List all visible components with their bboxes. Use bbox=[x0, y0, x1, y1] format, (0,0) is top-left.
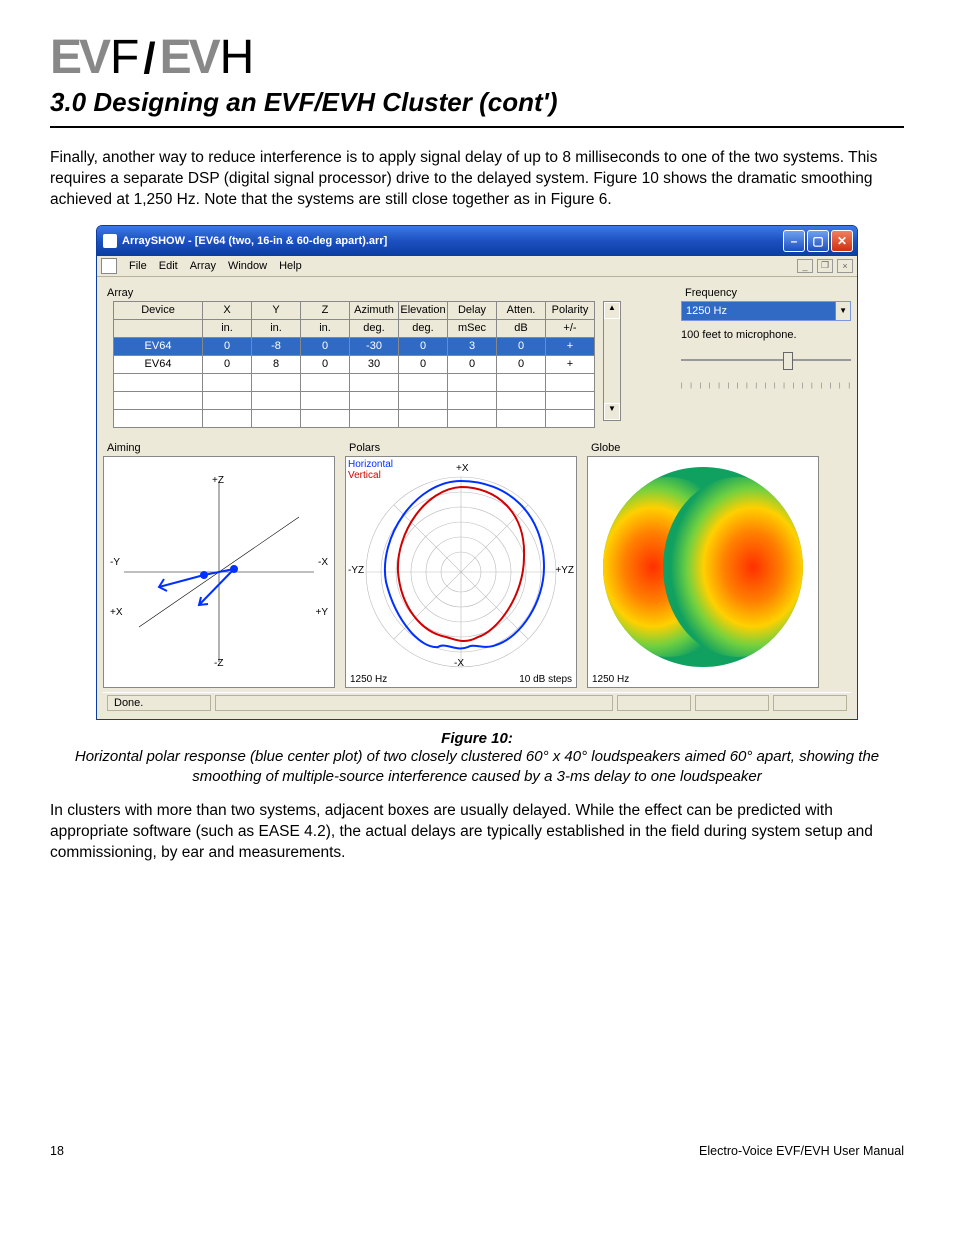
array-panel-label: Array bbox=[107, 287, 669, 299]
table-row[interactable] bbox=[114, 373, 595, 391]
brand-logo: EV F / EV H bbox=[50, 30, 904, 85]
axis-plus-y: +Y bbox=[315, 607, 328, 618]
statusbar: Done. bbox=[103, 692, 851, 713]
figure-label: Figure 10: bbox=[50, 730, 904, 747]
col-elevation: Elevation bbox=[399, 301, 448, 319]
polars-label: Polars bbox=[349, 442, 577, 454]
chevron-down-icon[interactable]: ▼ bbox=[835, 302, 850, 320]
distance-label: 100 feet to microphone. bbox=[681, 329, 851, 341]
logo-slash: / bbox=[141, 34, 157, 84]
logo-ev1: EV bbox=[50, 30, 108, 85]
col-polarity: Polarity bbox=[546, 301, 595, 319]
col-delay: Delay bbox=[448, 301, 497, 319]
menu-array[interactable]: Array bbox=[190, 260, 216, 272]
minimize-button[interactable]: – bbox=[783, 230, 805, 252]
frequency-combo[interactable]: ▼ bbox=[681, 301, 851, 321]
table-header-row: Device X Y Z Azimuth Elevation Delay Att… bbox=[114, 301, 595, 319]
axis-minus-x-polar: -X bbox=[454, 658, 464, 669]
slider-ticks: ||||||||||||||||||| bbox=[681, 383, 851, 387]
scroll-up-button[interactable]: ▲ bbox=[604, 302, 620, 319]
logo-f: F bbox=[110, 30, 139, 85]
axis-plus-yz: +YZ bbox=[555, 565, 574, 576]
section-rule bbox=[50, 126, 904, 128]
app-icon bbox=[103, 234, 117, 248]
axis-minus-yz: -YZ bbox=[348, 565, 364, 576]
array-table[interactable]: Device X Y Z Azimuth Elevation Delay Att… bbox=[113, 301, 595, 428]
table-row[interactable] bbox=[114, 391, 595, 409]
menu-window[interactable]: Window bbox=[228, 260, 267, 272]
col-y: Y bbox=[252, 301, 301, 319]
polars-legend: Horizontal Vertical bbox=[348, 459, 393, 481]
menu-help[interactable]: Help bbox=[279, 260, 302, 272]
table-row[interactable]: EV64 0 8 0 30 0 0 0 + bbox=[114, 355, 595, 373]
globe-plot[interactable]: 1250 Hz bbox=[587, 456, 819, 688]
axis-minus-x: -X bbox=[318, 557, 328, 568]
col-azimuth: Azimuth bbox=[350, 301, 399, 319]
axis-plus-x: +X bbox=[110, 607, 123, 618]
aiming-label: Aiming bbox=[107, 442, 335, 454]
col-x: X bbox=[203, 301, 252, 319]
window-title: ArraySHOW - [EV64 (two, 16-in & 60-deg a… bbox=[122, 235, 387, 247]
globe-footer: 1250 Hz bbox=[592, 674, 629, 685]
titlebar[interactable]: ArraySHOW - [EV64 (two, 16-in & 60-deg a… bbox=[97, 226, 857, 256]
arrayshow-window: ArraySHOW - [EV64 (two, 16-in & 60-deg a… bbox=[96, 225, 858, 720]
manual-title: Electro-Voice EVF/EVH User Manual bbox=[699, 1144, 904, 1158]
mdi-close-button[interactable]: × bbox=[837, 259, 853, 273]
menu-edit[interactable]: Edit bbox=[159, 260, 178, 272]
menu-file[interactable]: File bbox=[129, 260, 147, 272]
status-cell bbox=[617, 695, 691, 711]
status-cell bbox=[215, 695, 613, 711]
legend-vertical: Vertical bbox=[348, 470, 393, 481]
axis-minus-z: -Z bbox=[214, 658, 223, 669]
table-units-row: in. in. in. deg. deg. mSec dB +/- bbox=[114, 319, 595, 337]
table-scrollbar[interactable]: ▲ ▼ bbox=[603, 301, 621, 421]
maximize-button[interactable]: ▢ bbox=[807, 230, 829, 252]
polars-plot[interactable]: Horizontal Vertical +X -X -YZ +YZ 1250 H… bbox=[345, 456, 577, 688]
close-button[interactable]: ✕ bbox=[831, 230, 853, 252]
logo-ev2: EV bbox=[160, 30, 218, 85]
globe-label: Globe bbox=[591, 442, 819, 454]
menubar: File Edit Array Window Help _ ❐ × bbox=[97, 256, 857, 277]
mdi-restore-button[interactable]: ❐ bbox=[817, 259, 833, 273]
mdi-minimize-button[interactable]: _ bbox=[797, 259, 813, 273]
page-number: 18 bbox=[50, 1144, 64, 1158]
status-text: Done. bbox=[107, 695, 211, 711]
axis-plus-z: +Z bbox=[212, 475, 224, 486]
paragraph-2: In clusters with more than two systems, … bbox=[50, 801, 904, 864]
section-title: 3.0 Designing an EVF/EVH Cluster (cont') bbox=[50, 87, 904, 118]
document-icon bbox=[101, 258, 117, 274]
legend-horizontal: Horizontal bbox=[348, 459, 393, 470]
frequency-input[interactable] bbox=[682, 302, 835, 320]
polars-footer-left: 1250 Hz bbox=[350, 674, 387, 685]
axis-plus-x-polar: +X bbox=[456, 463, 469, 474]
col-z: Z bbox=[301, 301, 350, 319]
distance-slider[interactable] bbox=[681, 351, 851, 369]
polars-footer-right: 10 dB steps bbox=[519, 674, 572, 685]
col-device: Device bbox=[114, 301, 203, 319]
axis-minus-y: -Y bbox=[110, 557, 120, 568]
figure-caption: Horizontal polar response (blue center p… bbox=[50, 747, 904, 788]
table-row[interactable] bbox=[114, 409, 595, 427]
status-cell bbox=[695, 695, 769, 711]
paragraph-1: Finally, another way to reduce interfere… bbox=[50, 148, 904, 211]
scroll-down-button[interactable]: ▼ bbox=[604, 403, 620, 420]
aiming-plot[interactable]: +Z -Z -Y +X -X +Y bbox=[103, 456, 335, 688]
table-row[interactable]: EV64 0 -8 0 -30 0 3 0 + bbox=[114, 337, 595, 355]
col-atten: Atten. bbox=[497, 301, 546, 319]
frequency-label: Frequency bbox=[685, 287, 851, 299]
status-cell bbox=[773, 695, 847, 711]
logo-h: H bbox=[220, 30, 255, 85]
